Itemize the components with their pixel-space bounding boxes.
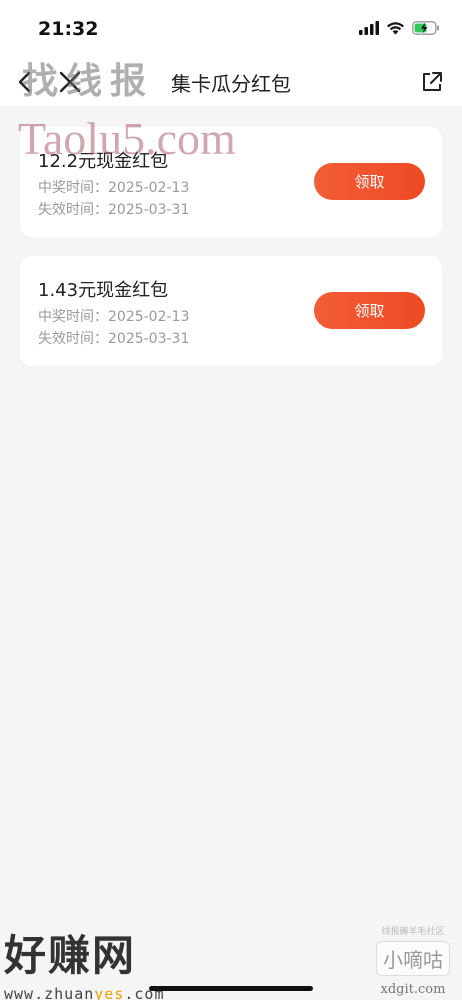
reward-title: 1.43元现金红包 bbox=[38, 280, 169, 301]
wifi-icon bbox=[387, 22, 404, 35]
watermark-xdg-name: 小嘀咕 bbox=[376, 941, 450, 976]
claim-button[interactable]: 领取 bbox=[314, 292, 425, 329]
expire-time: 失效时间：2025-03-31 bbox=[38, 202, 190, 218]
expire-time: 失效时间：2025-03-31 bbox=[38, 331, 190, 347]
battery-charging-icon bbox=[412, 21, 439, 35]
status-icons bbox=[359, 21, 440, 35]
watermark-hzw-url-prefix: www.zhuan bbox=[4, 985, 95, 1000]
watermark-hzw-url-yes: yes bbox=[94, 985, 125, 1000]
share-external-icon[interactable] bbox=[420, 70, 444, 94]
watermark-taolu: Taolu5.com bbox=[18, 113, 236, 164]
watermark-hzw-url: www.zhuanyes.com bbox=[4, 985, 165, 1000]
watermark-zhaoxianbao: 找线报 bbox=[22, 60, 155, 102]
watermark-xiaodigu: 线报薅羊毛社区 小嘀咕 xdgit.com bbox=[376, 924, 450, 997]
watermark-hzw-name: 好赚网 bbox=[4, 931, 137, 980]
watermark-xdg-url: xdgit.com bbox=[380, 982, 446, 997]
watermark-haozhuanwang: 好赚网 www.zhuanyes.com bbox=[4, 922, 165, 1000]
status-bar: 21:32 bbox=[0, 0, 462, 58]
claim-button[interactable]: 领取 bbox=[314, 163, 425, 200]
win-time: 中奖时间：2025-02-13 bbox=[38, 309, 190, 325]
status-time: 21:32 bbox=[38, 18, 99, 40]
reward-card: 1.43元现金红包 中奖时间：2025-02-13 失效时间：2025-03-3… bbox=[20, 256, 442, 366]
watermark-xdg-tagline: 线报薅羊毛社区 bbox=[381, 927, 445, 937]
cellular-signal-icon bbox=[359, 21, 379, 35]
win-time: 中奖时间：2025-02-13 bbox=[38, 180, 190, 196]
home-indicator[interactable] bbox=[149, 986, 313, 991]
